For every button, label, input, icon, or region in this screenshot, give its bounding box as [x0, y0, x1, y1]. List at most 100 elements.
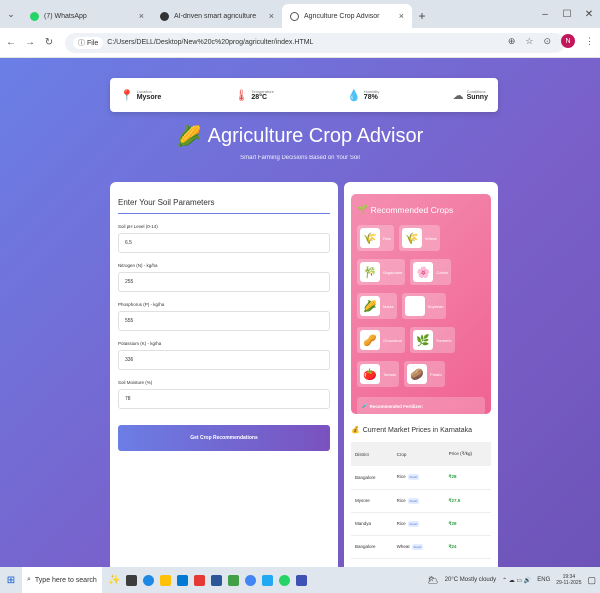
edge-icon[interactable] — [143, 574, 155, 586]
zoom-icon[interactable]: ⊕ — [508, 36, 516, 47]
maximize-icon[interactable]: ☐ — [556, 0, 578, 28]
nitrogen-input[interactable]: 255 — [118, 272, 330, 292]
crop-chip-soybean[interactable]: Soybean — [401, 293, 447, 319]
price-cell: ₹29 — [444, 512, 491, 536]
crop-chip-cotton[interactable]: 🌸 Cotton — [410, 259, 452, 285]
bookmark-star-icon[interactable]: ☆ — [525, 36, 533, 47]
widgets-icon[interactable]: ✨ — [108, 575, 120, 586]
tray-icons[interactable]: ⌃ ☁ ▭ 🔊 — [502, 577, 531, 584]
wheat-icon: 🌾 — [402, 228, 423, 248]
moisture-field: Soil Moisture (%) 78 — [118, 380, 330, 409]
crop-chip-rice[interactable]: 🌾 Rice — [357, 225, 395, 251]
price-cell: ₹28 — [444, 466, 491, 490]
crop-name: Wheat — [425, 235, 437, 241]
district-cell: Bangalore — [351, 535, 393, 559]
url-input[interactable]: ⓘ File C:/Users/DELL/Desktop/New%20c%20p… — [65, 32, 565, 53]
moisture-input[interactable]: 78 — [118, 389, 330, 409]
table-row: Mysore Rice Fresh ₹27.5 — [351, 489, 491, 513]
crop-chip-tomato[interactable]: 🍅 Tomato — [357, 361, 400, 387]
taskbar-search[interactable]: ⌕ Type here to search — [22, 567, 102, 593]
language-indicator[interactable]: ENG — [537, 577, 550, 583]
forward-icon[interactable]: → — [22, 37, 38, 48]
file-chip[interactable]: ⓘ File — [73, 36, 104, 49]
word-icon[interactable] — [211, 574, 223, 586]
tomato-icon: 🍅 — [360, 364, 380, 384]
phosphorus-input[interactable]: 555 — [118, 311, 330, 331]
task-view-icon[interactable] — [126, 574, 138, 586]
corn-icon: 🌽 — [176, 126, 202, 148]
column-price: Price (₹/kg) — [444, 442, 491, 466]
nitrogen-label: Nitrogen (N) - kg/ha — [118, 263, 158, 268]
fertilizer-description: NPK Complex (19-19-19) for balanced nutr… — [362, 415, 435, 419]
page-title-text: Agriculture Crop Advisor — [207, 125, 424, 147]
close-window-icon[interactable]: ✕ — [578, 0, 600, 28]
file-explorer-icon[interactable] — [160, 574, 172, 586]
new-tab-button[interactable]: + — [412, 4, 432, 28]
crop-name: Potato — [430, 371, 442, 377]
tab-label: (7) WhatsApp — [44, 12, 87, 20]
crop-chip-turmeric[interactable]: 🌿 Turmeric — [409, 327, 455, 353]
market-heading-text: Current Market Prices in Karnataka — [362, 426, 473, 434]
weather-temperature: 🌡 Temperature 28°C — [234, 89, 273, 102]
windows-taskbar: ⊞ ⌕ Type here to search ✨ 🌥 20°C Mostly … — [0, 567, 600, 593]
close-icon[interactable]: × — [399, 11, 404, 21]
hero-header: 🌽 Agriculture Crop Advisor Smart Farming … — [0, 124, 600, 161]
tab-label: AI-driven smart agriculture — [174, 12, 257, 20]
app-icon[interactable] — [194, 574, 206, 586]
profile-avatar[interactable]: N — [561, 34, 575, 48]
recommended-crops-heading: 🌱 Recommended Crops — [357, 204, 485, 215]
table-header-row: District Crop Price (₹/kg) — [351, 442, 491, 466]
crop-chip-wheat[interactable]: 🌾 Wheat — [399, 225, 440, 251]
potassium-label: Potassium (K) - kg/ha — [118, 341, 162, 346]
app-icon[interactable] — [228, 574, 240, 586]
tab-whatsapp[interactable]: (7) WhatsApp × — [22, 4, 152, 28]
chrome-icon[interactable] — [245, 574, 257, 586]
minimize-icon[interactable]: – — [534, 0, 556, 28]
recommended-crops-title: Recommended Crops — [370, 204, 454, 215]
crop-name: Groundnut — [383, 337, 402, 343]
app-icon[interactable] — [296, 574, 308, 586]
notifications-icon[interactable]: ▢ — [587, 575, 596, 586]
url-text: C:/Users/DELL/Desktop/New%20c%20prog/agr… — [107, 39, 314, 46]
close-icon[interactable]: × — [269, 11, 274, 21]
back-icon[interactable]: ← — [3, 37, 19, 48]
extensions-icon[interactable]: ⊙ — [543, 36, 551, 47]
whatsapp-icon[interactable] — [279, 574, 291, 586]
location-pin-icon: 📍 — [120, 89, 134, 102]
menu-icon[interactable]: ⋮ — [585, 36, 594, 47]
windows-start-icon[interactable]: ⊞ — [0, 575, 22, 586]
reload-icon[interactable]: ↻ — [41, 37, 57, 48]
recommended-crops-panel: 🌱 Recommended Crops 🌾 Rice 🌾 Wheat 🎋 Sugarca… — [351, 194, 491, 435]
fresh-badge: Fresh — [411, 543, 424, 550]
window-controls: – ☐ ✕ — [534, 0, 600, 28]
close-icon[interactable]: × — [139, 11, 144, 21]
weather-location: 📍 Location Mysore — [120, 89, 161, 102]
potassium-input[interactable]: 336 — [118, 350, 330, 370]
ph-field: Soil pH Level (0-14) 6.5 — [118, 224, 330, 253]
vscode-icon[interactable] — [262, 574, 274, 586]
crop-chip-potato[interactable]: 🥔 Potato — [404, 361, 445, 387]
soil-parameters-card: Enter Your Soil Parameters Soil pH Level… — [110, 182, 338, 567]
tab-crop-advisor[interactable]: Agriculture Crop Advisor × — [282, 4, 412, 28]
tab-ai-agriculture[interactable]: AI-driven smart agriculture × — [152, 4, 282, 28]
crop-chip-groundnut[interactable]: 🥜 Groundnut — [357, 327, 405, 353]
crop-text: Wheat — [396, 543, 410, 549]
address-actions: ⊕ ☆ ⊙ N ⋮ — [508, 34, 594, 48]
sugarcane-icon: 🎋 — [360, 262, 380, 282]
clock[interactable]: 19:34 29-11-2025 — [556, 574, 581, 586]
tab-search-icon[interactable]: ⌄ — [0, 0, 22, 28]
crop-chip-maize[interactable]: 🌽 Maize — [357, 293, 397, 319]
sprout-icon: 🌱 — [357, 204, 368, 214]
district-cell: Bangalore — [351, 466, 393, 490]
store-icon[interactable] — [177, 574, 189, 586]
crop-text: Rice — [396, 520, 406, 526]
crop-chip-sugarcane[interactable]: 🎋 Sugarcane — [357, 259, 406, 285]
crop-name: Maize — [383, 303, 394, 309]
taskbar-weather-text[interactable]: 20°C Mostly cloudy — [445, 577, 496, 583]
get-recommendations-button[interactable]: Get Crop Recommendations — [118, 425, 330, 451]
ph-input[interactable]: 6.5 — [118, 233, 330, 253]
crop-name: Rice — [383, 235, 392, 241]
column-crop: Crop — [392, 442, 445, 466]
column-district: District — [351, 442, 393, 466]
weather-humidity: 💧 Humidity 78% — [347, 89, 379, 102]
